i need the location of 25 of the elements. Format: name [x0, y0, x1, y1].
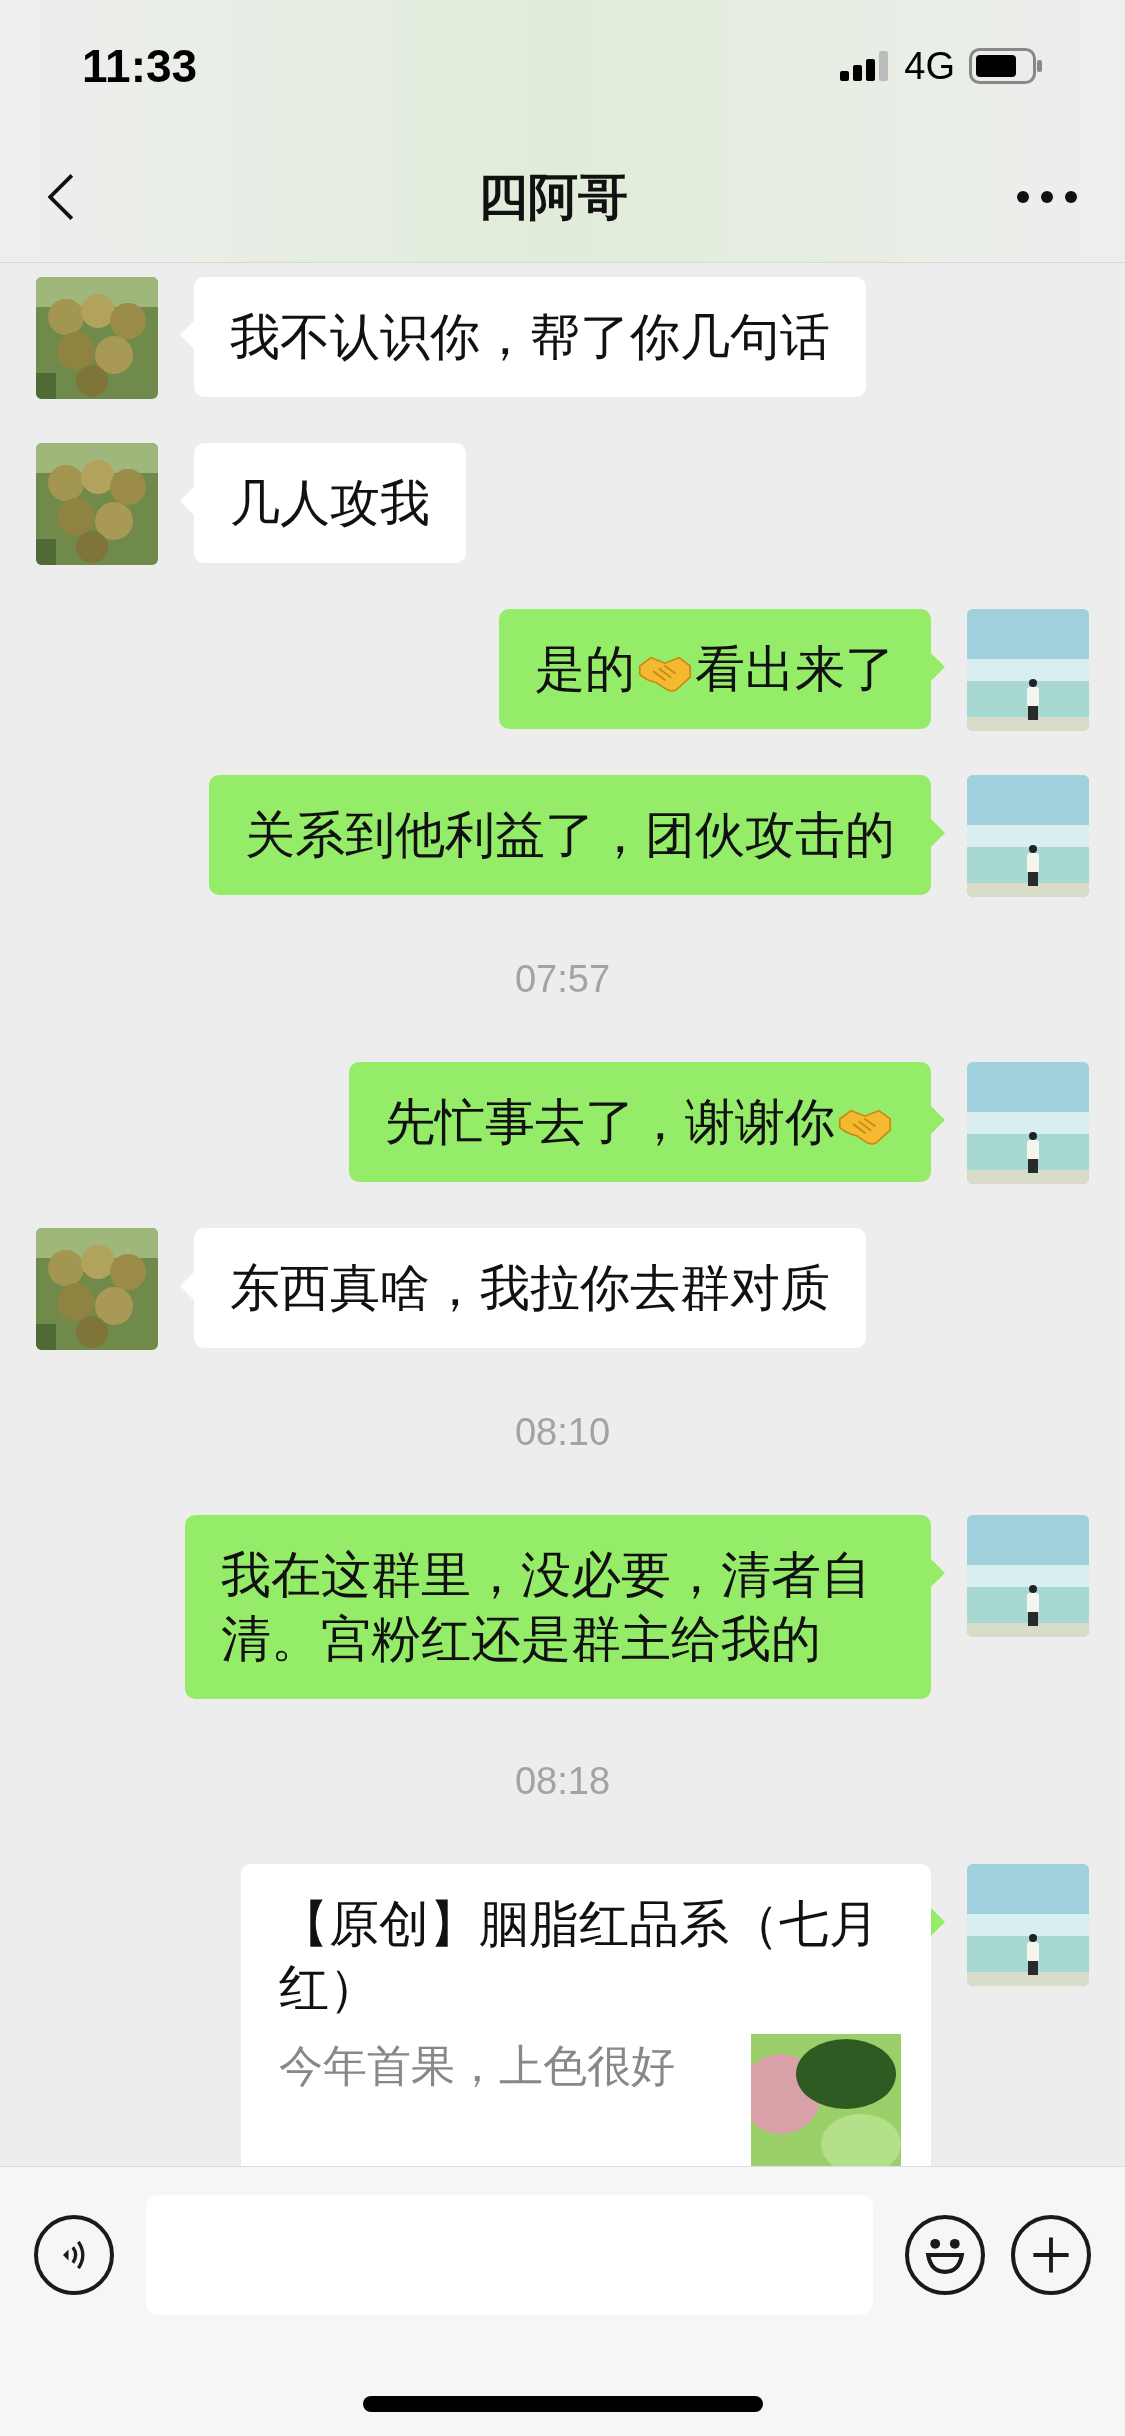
message-text: 我在这群里，没必要，清者自清。宫粉红还是群主给我的 — [221, 1547, 871, 1667]
timestamp: 08:18 — [514, 1759, 611, 1804]
message-text: 东西真啥，我拉你去群对质 — [230, 1260, 830, 1316]
chat-title: 四阿哥 — [477, 167, 628, 227]
timestamp: 08:10 — [514, 1410, 611, 1455]
signal-icon — [840, 51, 891, 81]
message-text: 几人攻我 — [230, 475, 430, 531]
voice-button[interactable] — [34, 2215, 114, 2295]
message-text: 关系到他利益了，团伙攻击的 — [245, 807, 895, 863]
more-icon — [1017, 191, 1077, 203]
bubble-tail — [931, 1908, 945, 1936]
link-title: 【原创】胭脂红品系（七月红） — [279, 1895, 880, 2018]
message-text: 我不认识你，帮了你几句话 — [230, 309, 830, 365]
emoji-button[interactable] — [905, 2215, 985, 2295]
status-time: 11:33 — [82, 38, 198, 94]
network-label: 4G — [904, 43, 955, 89]
message-text: 先忙事去了，谢谢你 — [385, 1094, 835, 1150]
add-button[interactable] — [1011, 2215, 1091, 2295]
link-description: 今年首果，上色很好 — [279, 2040, 675, 2092]
message-text: 看出来了 — [695, 641, 895, 697]
link-card[interactable]: 【原创】胭脂红品系（七月红） 今年首果，上色很好 — [241, 1864, 931, 2166]
timestamp: 07:57 — [514, 957, 611, 1002]
message-text: 是的 — [535, 641, 635, 697]
back-icon — [48, 173, 74, 221]
battery-icon — [969, 48, 1043, 84]
